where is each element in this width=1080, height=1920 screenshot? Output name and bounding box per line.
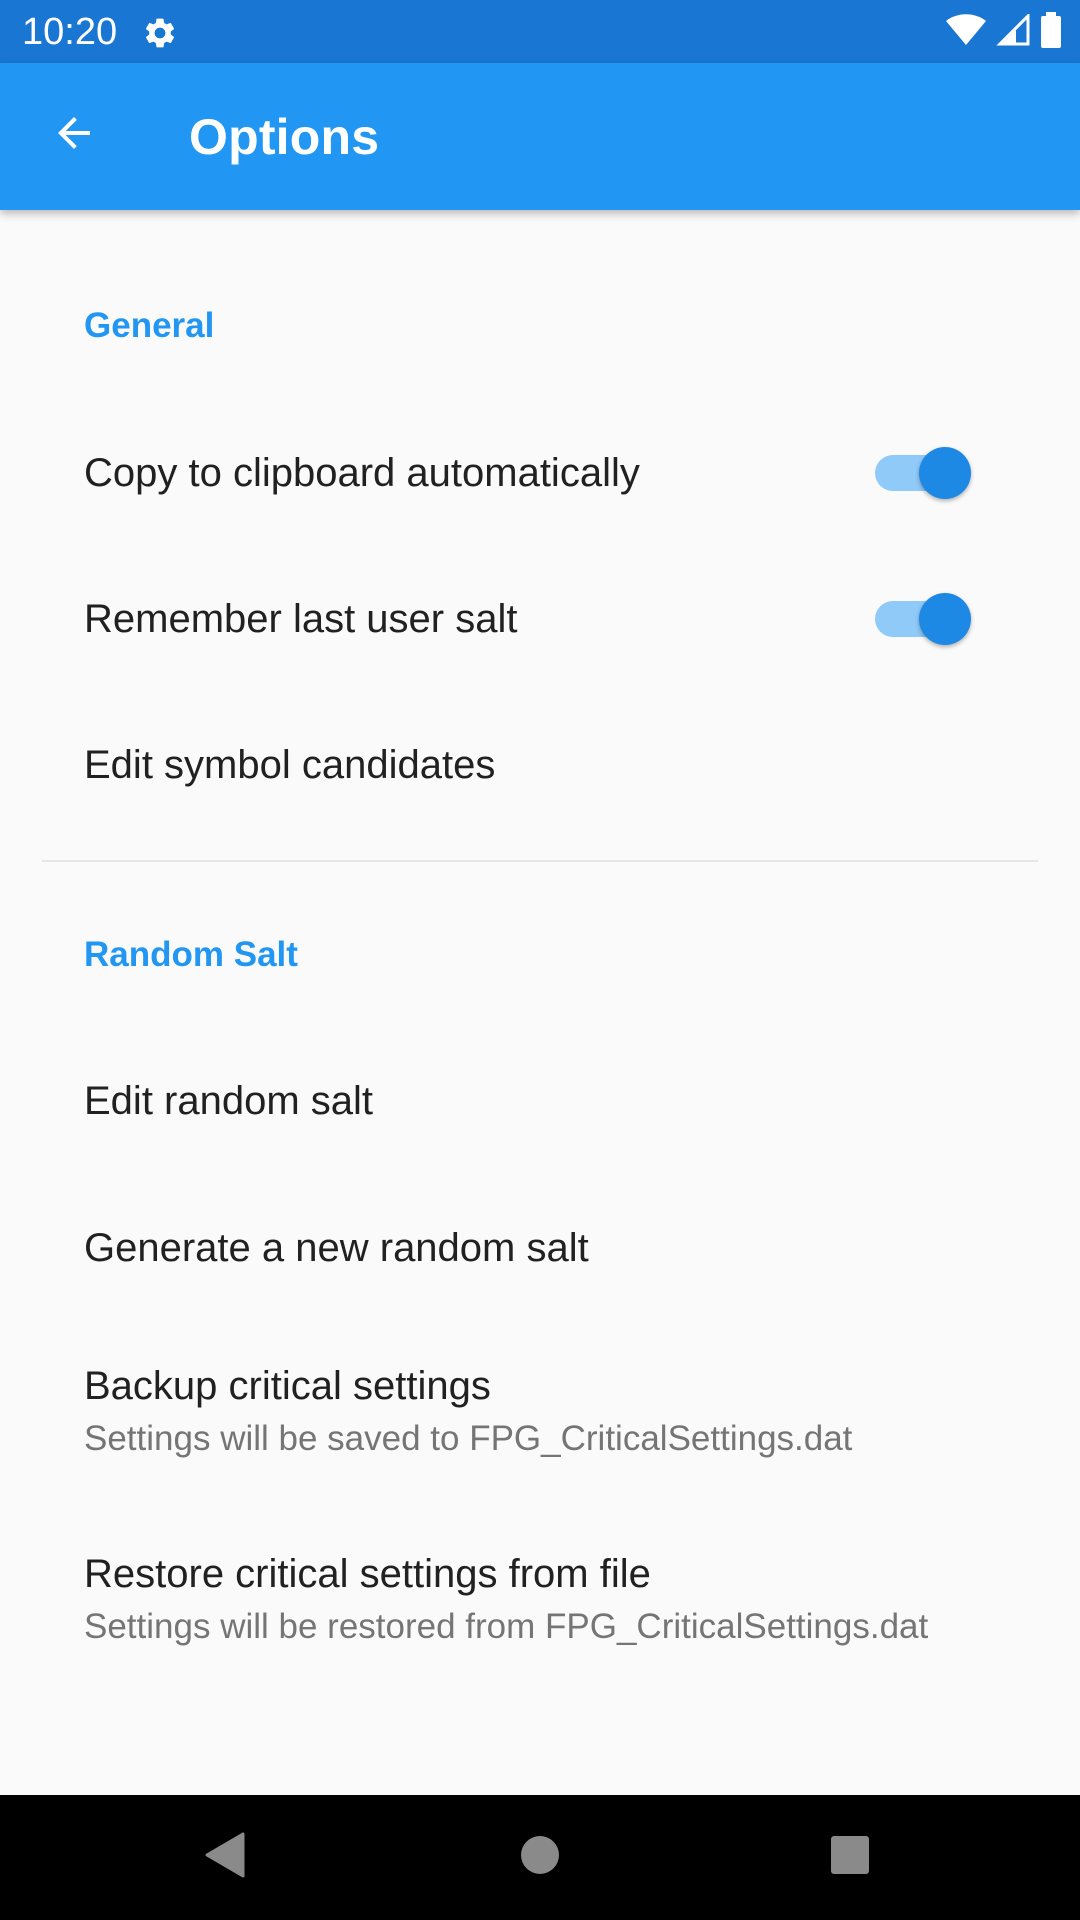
item-title: Generate a new random salt — [84, 1226, 589, 1270]
list-item-edit-random-salt[interactable]: Edit random salt — [0, 1025, 1080, 1171]
switch-thumb — [919, 593, 971, 645]
item-title: Backup critical settings — [84, 1364, 491, 1408]
item-title: Remember last user salt — [84, 597, 518, 641]
wifi-icon — [946, 13, 986, 51]
copy-clipboard-switch[interactable] — [875, 445, 971, 501]
switch-thumb — [919, 447, 971, 499]
home-circle-icon — [520, 1835, 560, 1880]
list-item-remember-salt[interactable]: Remember last user salt — [0, 546, 1080, 692]
status-time: 10:20 — [22, 11, 118, 53]
item-title: Edit random salt — [84, 1079, 374, 1123]
signal-icon — [996, 11, 1030, 51]
section-divider — [42, 860, 1038, 862]
status-icons — [946, 11, 1062, 53]
section-header-random-salt: Random Salt — [84, 935, 298, 974]
list-item-restore-settings[interactable]: Restore critical settings from file Sett… — [0, 1505, 1080, 1693]
back-button[interactable] — [38, 99, 110, 171]
item-title: Restore critical settings from file — [84, 1552, 651, 1596]
recents-square-icon — [830, 1835, 870, 1880]
item-subtitle: Settings will be saved to FPG_CriticalSe… — [84, 1419, 853, 1458]
item-title: Copy to clipboard automatically — [84, 451, 640, 495]
list-item-generate-salt[interactable]: Generate a new random salt — [0, 1171, 1080, 1317]
list-item-backup-settings[interactable]: Backup critical settings Settings will b… — [0, 1317, 1080, 1505]
item-subtitle: Settings will be restored from FPG_Criti… — [84, 1607, 929, 1646]
back-triangle-icon — [205, 1832, 245, 1883]
battery-icon — [1040, 11, 1062, 53]
list-item-edit-symbols[interactable]: Edit symbol candidates — [0, 692, 1080, 838]
list-item-copy-clipboard[interactable]: Copy to clipboard automatically — [0, 400, 1080, 546]
nav-recents-button[interactable] — [805, 1817, 895, 1897]
item-title: Edit symbol candidates — [84, 743, 496, 787]
navigation-bar — [0, 1795, 1080, 1920]
app-bar: Options — [0, 63, 1080, 210]
nav-back-button[interactable] — [180, 1817, 270, 1897]
page-title: Options — [189, 109, 380, 165]
remember-salt-switch[interactable] — [875, 591, 971, 647]
options-list: General Copy to clipboard automatically … — [0, 210, 1080, 1795]
gear-icon — [142, 15, 178, 51]
section-header-general: General — [84, 306, 215, 345]
arrow-back-icon — [50, 109, 98, 162]
status-bar: 10:20 — [0, 0, 1080, 63]
nav-home-button[interactable] — [495, 1817, 585, 1897]
